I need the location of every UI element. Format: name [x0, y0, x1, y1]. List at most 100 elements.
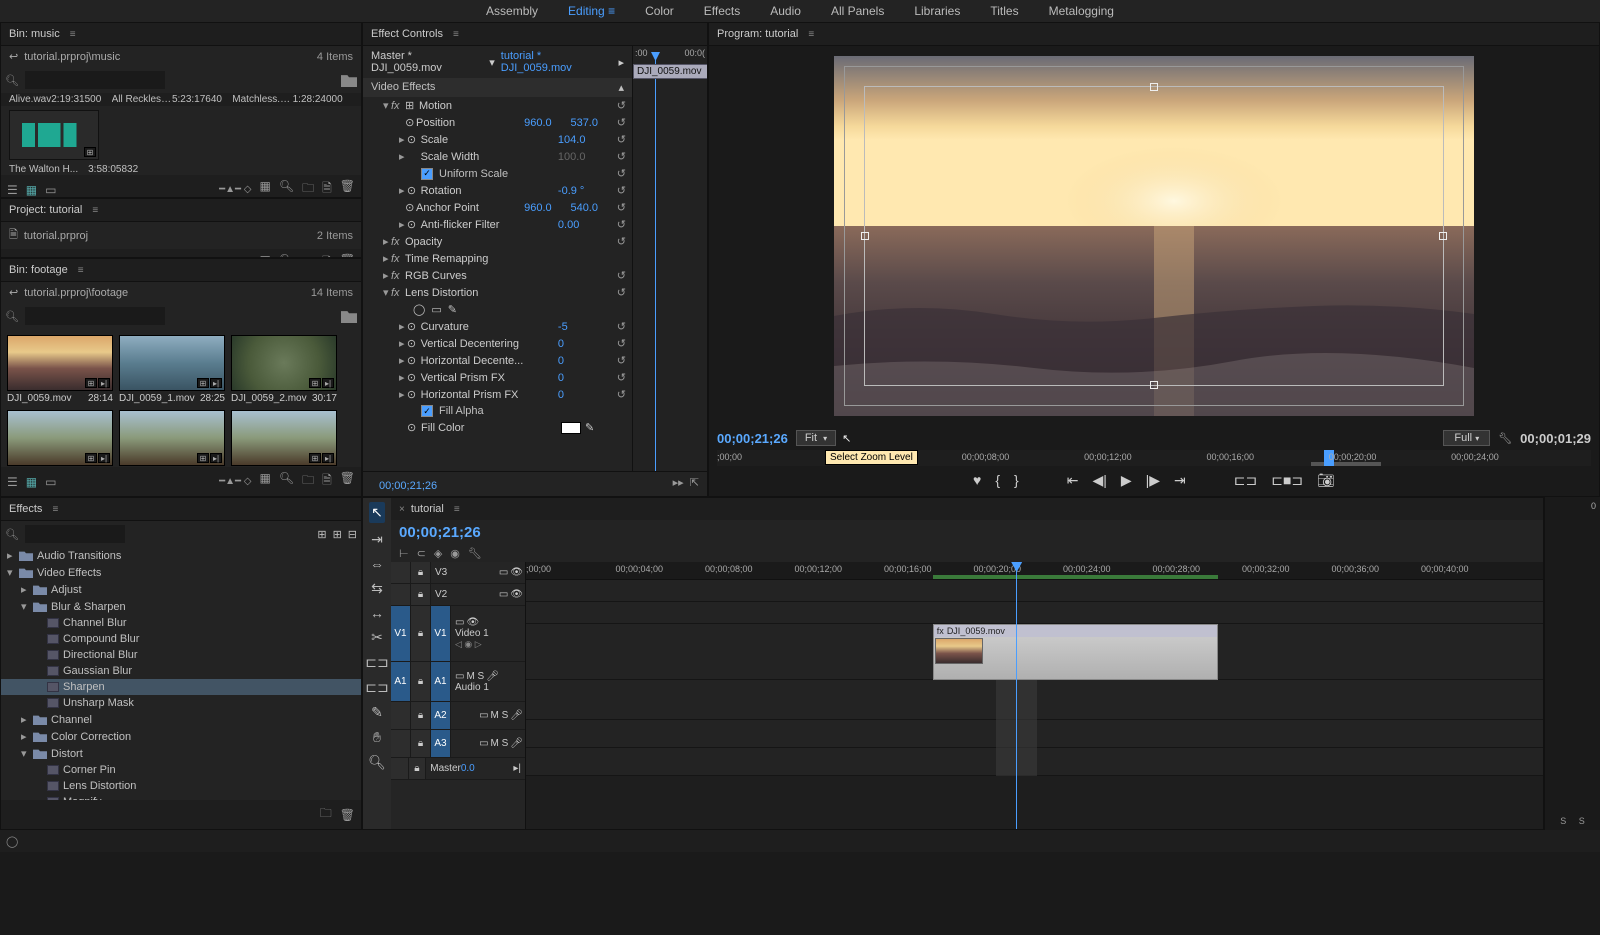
zoom-fit-dropdown[interactable]: Fit▾ [796, 430, 836, 446]
reset-icon[interactable]: ↺ [617, 388, 626, 401]
effects-folder[interactable]: ▸Adjust [1, 581, 361, 598]
lock-icon[interactable]: 🔒︎ [411, 702, 431, 729]
mask-ellipse-icon[interactable]: ◯ [413, 303, 425, 316]
footage-thumb[interactable]: ⊞▸| [119, 410, 225, 467]
lock-icon[interactable]: 🔒︎ [409, 758, 427, 779]
trash-icon[interactable]: 🗑︎ [340, 471, 355, 492]
fx-opacity[interactable]: Opacity [405, 236, 545, 248]
hand-tool-icon[interactable]: ✋︎ [373, 729, 381, 746]
transform-handle-right[interactable] [1439, 232, 1447, 240]
folder-icon[interactable] [341, 73, 357, 87]
track-source-v1[interactable]: V1 [391, 606, 411, 661]
trash-icon[interactable]: 🗑︎ [340, 179, 355, 198]
search-input[interactable] [25, 307, 165, 325]
program-viewer[interactable] [709, 46, 1599, 426]
rate-tool-icon[interactable]: ↔ [370, 605, 384, 621]
lock-icon[interactable]: 🔒︎ [411, 606, 431, 661]
scale-input[interactable]: 104.0 [558, 134, 617, 146]
program-timecode[interactable]: 00;00;21;26 [717, 431, 788, 446]
workspace-tab-allpanels[interactable]: All Panels [831, 4, 884, 18]
effects-preset[interactable]: Lens Distortion [1, 778, 361, 794]
toggle-output-icon[interactable]: ▭ [479, 738, 488, 749]
track-select-tool-icon[interactable]: ⇥ [371, 531, 383, 548]
new-bin-icon[interactable]: 🗀︎ [302, 471, 314, 492]
new-item-icon[interactable]: 🗎︎ [322, 179, 332, 198]
toggle-output-icon[interactable]: ▭ [455, 671, 464, 682]
reset-icon[interactable]: ↺ [617, 184, 626, 197]
timeline-canvas[interactable]: ;00;0000;00;04;0000;00;08;0000;00;12;000… [526, 562, 1543, 829]
play-icon[interactable]: ▶ [1121, 472, 1132, 489]
anchor-x-input[interactable]: 960.0 [524, 202, 570, 214]
panel-tab-effect-controls[interactable]: Effect Controls≡ [363, 23, 707, 46]
eyedropper-icon[interactable]: ✎ [585, 421, 594, 434]
reset-icon[interactable]: ↺ [617, 116, 626, 129]
fill-color-swatch[interactable] [561, 422, 581, 434]
pen-tool-icon[interactable]: ✎ [371, 704, 383, 721]
curvature-input[interactable]: -5 [558, 321, 617, 333]
hprism-input[interactable]: 0 [558, 389, 617, 401]
effects-preset[interactable]: Unsharp Mask [1, 695, 361, 711]
reset-icon[interactable]: ↺ [617, 218, 626, 231]
lift-icon[interactable]: ⊏⊐ [1234, 472, 1257, 489]
export-icon[interactable]: ⇱ [690, 477, 699, 489]
reset-icon[interactable]: ↺ [617, 320, 626, 333]
workspace-tab-color[interactable]: Color [645, 4, 674, 18]
reset-icon[interactable]: ↺ [617, 286, 626, 299]
go-to-out-icon[interactable]: ⇥ [1174, 472, 1186, 489]
list-view-icon[interactable]: ☰ [7, 183, 18, 197]
mask-rect-icon[interactable]: ▭ [431, 303, 441, 316]
position-x-input[interactable]: 960.0 [524, 117, 570, 129]
trash-icon[interactable]: 🗑︎ [340, 808, 355, 822]
add-marker-icon[interactable]: ◉ [450, 547, 460, 560]
track-target-a2[interactable]: A2 [431, 702, 451, 729]
slide-tool-icon[interactable]: ⊏⊐ [365, 679, 388, 696]
new-bin-icon[interactable]: 🗀︎ [320, 804, 332, 825]
lock-icon[interactable]: 🔒︎ [411, 584, 431, 605]
snap-icon[interactable]: ⊢ [399, 547, 409, 560]
search-icon[interactable]: 🔍︎ [279, 471, 294, 492]
fx-badge-icon[interactable]: ⊟ [348, 528, 357, 541]
razor-tool-icon[interactable]: ✂︎ [371, 629, 383, 646]
go-to-end-icon[interactable]: ▸| [513, 763, 521, 774]
effects-folder[interactable]: ▾Distort [1, 745, 361, 762]
track-v3-label[interactable]: V3 [431, 567, 499, 578]
fill-alpha-checkbox[interactable]: ✓ [421, 405, 433, 417]
effects-preset[interactable]: Channel Blur [1, 615, 361, 631]
fx-motion[interactable]: Motion [419, 100, 559, 112]
music-tile[interactable]: ⊞ The Walton H...3:58:05832 [1, 106, 361, 175]
go-prev-icon[interactable]: ▸▸ [673, 477, 684, 489]
panel-tab-bin-footage[interactable]: Bin: footage≡ [1, 259, 361, 282]
search-icon[interactable]: 🔍︎ [279, 179, 294, 198]
lock-icon[interactable]: 🔒︎ [411, 730, 431, 757]
icon-view-icon[interactable]: ▦ [26, 475, 37, 489]
icon-view-icon[interactable]: ▦ [26, 183, 37, 197]
marker-icon[interactable]: ◈ [434, 547, 442, 560]
mic-icon[interactable]: 🎤︎ [486, 671, 499, 682]
effects-preset[interactable]: Corner Pin [1, 762, 361, 778]
reset-icon[interactable]: ↺ [617, 201, 626, 214]
out-point-icon[interactable]: } [1014, 472, 1019, 489]
reset-icon[interactable]: ↺ [617, 269, 626, 282]
footage-thumb[interactable]: ⊞▸|DJI_0059_2.mov30:17 [231, 335, 337, 404]
eye-icon[interactable]: 👁︎ [510, 567, 523, 578]
workspace-tab-effects[interactable]: Effects [704, 4, 740, 18]
workspace-tab-metalogging[interactable]: Metalogging [1049, 4, 1114, 18]
playhead[interactable] [1016, 562, 1017, 829]
footage-thumb[interactable]: ⊞▸|DJI_0059_1.mov28:25 [119, 335, 225, 404]
wrench-icon[interactable]: 🔧︎ [1498, 432, 1512, 445]
freeform-icon[interactable]: ▭ [45, 183, 56, 197]
panel-tab-effects[interactable]: Effects≡ [1, 498, 361, 521]
extract-icon[interactable]: ⊏■⊐ [1271, 472, 1303, 489]
in-point-icon[interactable]: { [995, 472, 1000, 489]
mic-icon[interactable]: 🎤︎ [510, 710, 523, 721]
eye-icon[interactable]: 👁︎ [466, 617, 479, 628]
effects-folder[interactable]: ▸Channel [1, 711, 361, 728]
reset-icon[interactable]: ↺ [617, 371, 626, 384]
new-bin-icon[interactable]: 🗀︎ [302, 179, 314, 198]
workspace-tab-editing[interactable]: Editing ≡ [568, 4, 615, 18]
back-icon[interactable]: ↩ [9, 50, 18, 63]
workspace-tab-titles[interactable]: Titles [990, 4, 1018, 18]
ec-mini-timeline[interactable]: :00 00:0( DJI_0059.mov [632, 46, 707, 471]
effects-preset[interactable]: Compound Blur [1, 631, 361, 647]
ec-seq-label[interactable]: tutorial * DJI_0059.mov [501, 50, 613, 74]
